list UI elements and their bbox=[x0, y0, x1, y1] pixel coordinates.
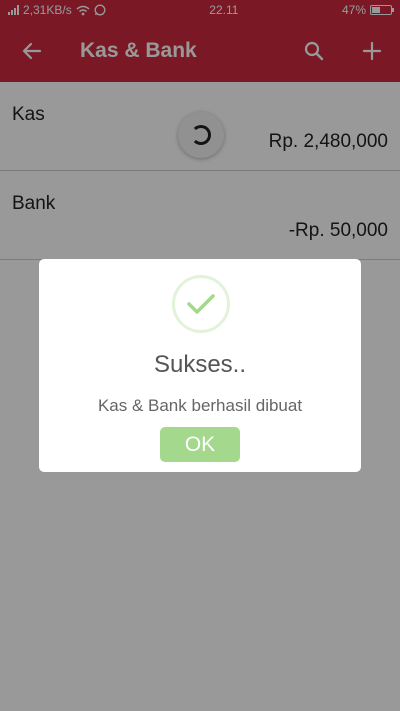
check-icon bbox=[187, 294, 215, 314]
ok-button[interactable]: OK bbox=[160, 427, 240, 462]
success-icon-circle bbox=[172, 275, 230, 333]
dialog-message: Kas & Bank berhasil dibuat bbox=[97, 396, 303, 415]
dialog-title: Sukses.. bbox=[153, 351, 247, 378]
success-dialog: Sukses.. Kas & Bank berhasil dibuat OK bbox=[39, 259, 361, 472]
